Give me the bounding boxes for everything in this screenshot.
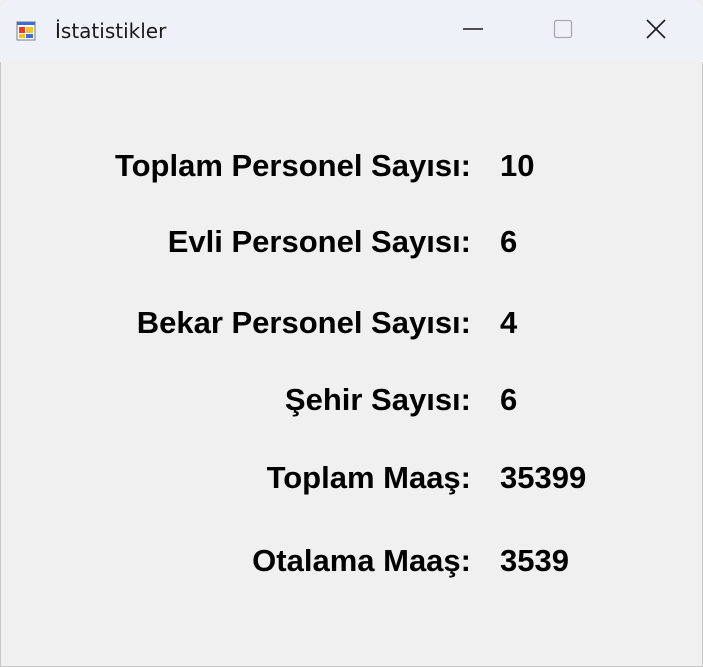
maximize-icon: [552, 18, 574, 45]
window-title: İstatistikler: [55, 19, 167, 43]
maximize-button[interactable]: [518, 0, 608, 62]
stat-row-single-staff: Bekar Personel Sayısı: 4: [0, 303, 703, 343]
stat-value: 10: [500, 148, 535, 183]
close-icon: [645, 18, 667, 45]
stat-label: Evli Personel Sayısı:: [167, 224, 471, 259]
statistics-window: İstatistikler Toplam Personel Sayısı: 10…: [0, 0, 703, 667]
stat-value: 6: [500, 382, 518, 417]
stat-row-city-count: Şehir Sayısı: 6: [0, 380, 703, 420]
stat-label: Şehir Sayısı:: [284, 382, 471, 417]
minimize-icon: [462, 18, 484, 45]
stat-row-total-staff: Toplam Personel Sayısı: 10: [0, 146, 703, 186]
stat-value: 4: [500, 305, 518, 340]
stat-value: 6: [500, 224, 518, 259]
stat-label: Toplam Maaş:: [266, 460, 471, 495]
close-button[interactable]: [611, 0, 701, 62]
stat-label: Otalama Maaş:: [252, 543, 471, 578]
stat-row-total-salary: Toplam Maaş: 35399: [0, 458, 703, 498]
stat-label: Toplam Personel Sayısı:: [114, 148, 471, 183]
stat-row-married-staff: Evli Personel Sayısı: 6: [0, 222, 703, 262]
stat-value: 35399: [500, 460, 587, 495]
form-client-area: Toplam Personel Sayısı: 10 Evli Personel…: [0, 62, 703, 667]
stat-label: Bekar Personel Sayısı:: [136, 305, 471, 340]
stat-value: 3539: [500, 543, 569, 578]
stat-row-average-salary: Otalama Maaş: 3539: [0, 541, 703, 581]
title-bar[interactable]: İstatistikler: [0, 0, 703, 62]
minimize-button[interactable]: [428, 0, 518, 62]
app-form-icon[interactable]: [16, 21, 36, 41]
